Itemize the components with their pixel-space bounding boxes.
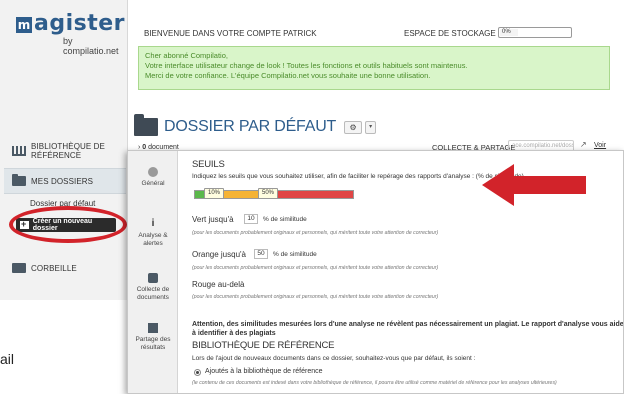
thresholds-title: Seuils [192, 159, 225, 170]
sidebar-item-my-folders[interactable]: Mes dossiers [4, 168, 126, 194]
thresholds-intro: Indiquez les seuils que vous souhaitez u… [192, 173, 524, 180]
settings-nav: Général i Analyse & alertes Collecte de … [128, 151, 178, 393]
sidebar: m agister by compilatio.net Bibliothèque… [0, 0, 128, 300]
add-to-library-hint: (le contenu de ces documents est indexé … [192, 380, 557, 386]
chevron-down-icon[interactable]: ▾ [365, 120, 377, 134]
logo-mark: m [16, 17, 32, 33]
library-icon [12, 146, 26, 156]
nav-label: Analyse & alertes [138, 232, 168, 247]
red-threshold-label: Rouge au-delà [192, 280, 245, 289]
storage-progress-bar: 0% [498, 27, 572, 38]
storage-fill: 0% [500, 29, 518, 36]
logo[interactable]: m agister by compilatio.net [6, 8, 126, 56]
view-link[interactable]: Voir [594, 142, 606, 149]
green-threshold-suffix: % de similitude [263, 216, 307, 223]
sidebar-item-label: Mes dossiers [31, 176, 94, 186]
trash-icon [12, 263, 26, 273]
library-title: Bibliothèque de référence [192, 340, 335, 351]
nav-label: Partage des résultats [135, 336, 171, 351]
notice-line: Merci de votre confiance. L'équipe Compi… [145, 71, 431, 80]
folder-icon [12, 174, 26, 186]
nav-share[interactable]: Partage des résultats [128, 323, 178, 352]
threshold-marker-orange[interactable]: 50% [258, 188, 279, 199]
logo-subtitle: by compilatio.net [63, 36, 119, 56]
folder-icon [134, 114, 158, 136]
cropped-text: ail [0, 351, 15, 367]
general-icon [148, 167, 158, 177]
storage-label: Espace de stockage [404, 29, 496, 38]
notice-banner: Cher abonné Compilatio, Votre interface … [138, 46, 610, 90]
analysis-icon: i [151, 218, 155, 229]
collect-icon [148, 273, 158, 283]
orange-threshold-label: Orange jusqu'à [192, 250, 247, 259]
library-intro: Lors de l'ajout de nouveaux documents da… [192, 355, 476, 362]
annotation-arrow [482, 164, 586, 206]
add-to-library-radio[interactable] [194, 369, 201, 376]
green-threshold-input[interactable]: 10 [244, 214, 258, 224]
threshold-red-segment [273, 191, 353, 198]
green-threshold-hint: (pour les documents probablement origina… [192, 230, 439, 236]
top-header: Bienvenue dans votre compte PATRICK Espa… [128, 0, 624, 96]
nav-label: Collecte de documents [136, 286, 170, 301]
external-link-icon[interactable]: ↗ [580, 140, 587, 149]
nav-collect[interactable]: Collecte de documents [128, 273, 178, 302]
sidebar-item-library[interactable]: Bibliothèque de référence [4, 138, 126, 164]
nav-label: Général [141, 180, 165, 187]
notice-line: Votre interface utilisateur change de lo… [145, 61, 468, 70]
page-title: Dossier par défaut [164, 118, 337, 135]
red-threshold-hint: (pour les documents probablement origina… [192, 294, 439, 300]
welcome-text: Bienvenue dans votre compte PATRICK [144, 29, 317, 38]
threshold-marker-green[interactable]: 10% [204, 188, 225, 199]
annotation-circle [9, 206, 127, 243]
green-threshold-label: Vert jusqu'à [192, 215, 234, 224]
nav-analysis[interactable]: i Analyse & alertes [128, 219, 178, 248]
gear-icon[interactable]: ⚙ [344, 120, 363, 134]
logo-text: agister [34, 11, 126, 36]
sidebar-item-label: Bibliothèque de référence [31, 142, 105, 160]
orange-threshold-hint: (pour les documents probablement origina… [192, 265, 439, 271]
notice-line: Cher abonné Compilatio, [145, 51, 228, 60]
sidebar-item-label: Corbeille [31, 263, 77, 273]
nav-general[interactable]: Général [128, 167, 178, 188]
share-icon [148, 323, 158, 333]
sidebar-item-trash[interactable]: Corbeille [4, 255, 126, 281]
screenshot-canvas: m agister by compilatio.net Bibliothèque… [0, 0, 624, 394]
plagiarism-warning: Attention, des similitudes mesurées lors… [192, 321, 624, 337]
folder-header: Dossier par défaut ⚙ ▾ [134, 114, 377, 136]
add-to-library-label: Ajoutés à la bibliothèque de référence [205, 368, 323, 375]
orange-threshold-input[interactable]: 50 [254, 249, 268, 259]
orange-threshold-suffix: % de similitude [273, 251, 317, 258]
